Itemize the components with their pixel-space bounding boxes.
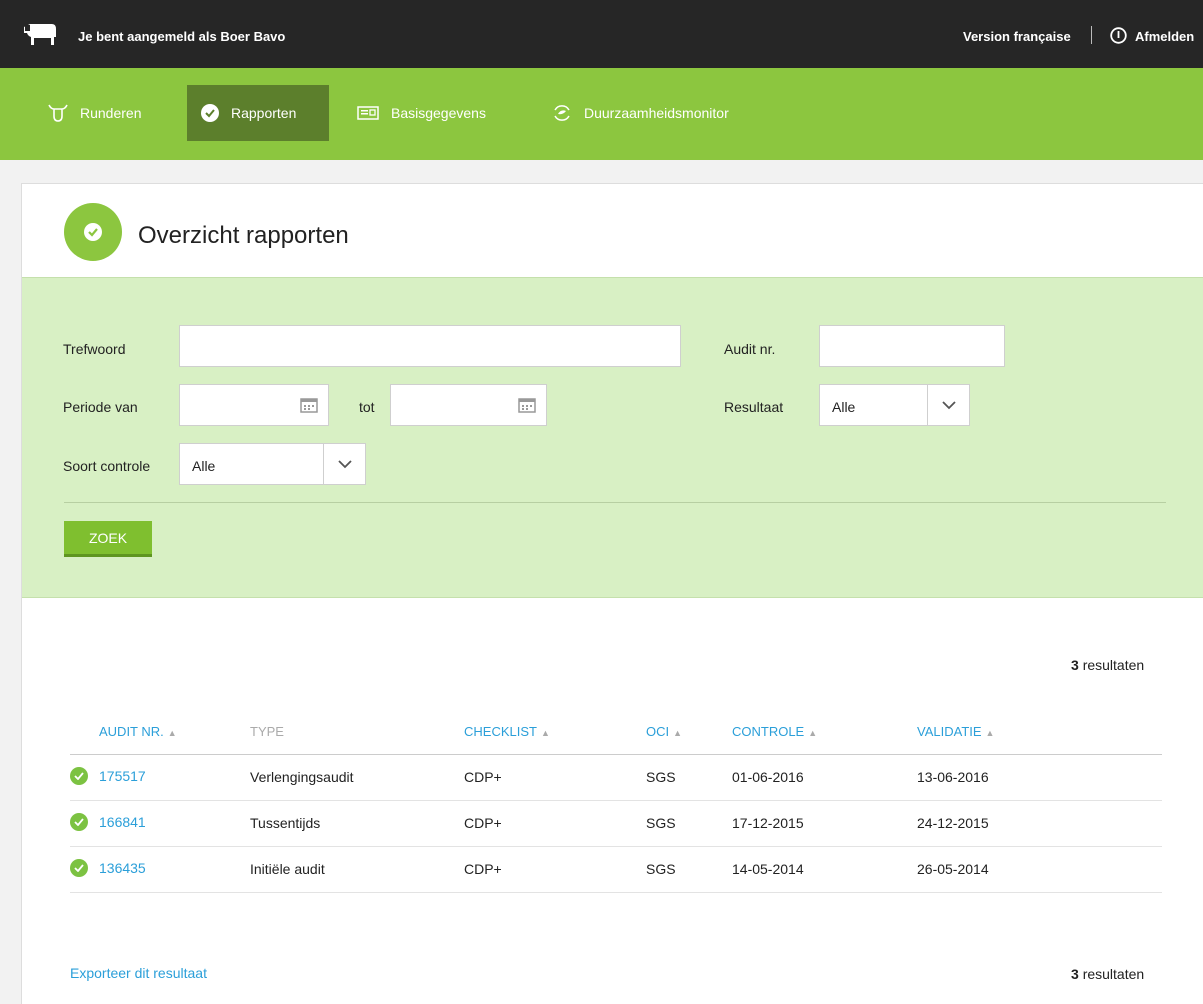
status-check-icon xyxy=(70,767,88,786)
column-header-type: TYPE xyxy=(250,710,464,755)
check-icon xyxy=(88,228,98,237)
column-header-audit-nr[interactable]: AUDIT NR. ▲︎ xyxy=(70,710,250,755)
control-type-select-value: Alle xyxy=(192,458,216,474)
controle-cell: 14-05-2014 xyxy=(732,846,917,893)
validatie-cell: 13-06-2016 xyxy=(917,754,1162,801)
nav-item-duurzaamheidsmonitor[interactable]: Duurzaamheidsmonitor xyxy=(538,85,743,141)
top-bar: Je bent aangemeld als Boer Bavo Version … xyxy=(0,0,1203,68)
column-header-validatie[interactable]: VALIDATIE ▲︎ xyxy=(917,710,1162,755)
validatie-cell: 26-05-2014 xyxy=(917,846,1162,893)
results-count-suffix: resultaten xyxy=(1082,966,1145,982)
type-cell: Verlengingsaudit xyxy=(250,754,464,801)
export-results-link[interactable]: Exporteer dit resultaat xyxy=(70,965,207,981)
nav-label-basisgegevens: Basisgegevens xyxy=(391,105,486,121)
nav-label-runderen: Runderen xyxy=(80,105,142,121)
checklist-cell: CDP+ xyxy=(464,846,646,893)
page-title: Overzicht rapporten xyxy=(138,222,349,249)
topbar-divider xyxy=(1091,26,1092,44)
status-check-icon xyxy=(70,859,88,878)
id-card-icon xyxy=(357,106,379,120)
audit-nr-link[interactable]: 166841 xyxy=(99,814,146,830)
calendar-icon[interactable] xyxy=(518,397,536,413)
power-icon[interactable] xyxy=(1110,27,1127,44)
checklist-cell: CDP+ xyxy=(464,754,646,801)
oci-cell: SGS xyxy=(646,846,732,893)
sustainability-icon xyxy=(554,105,570,121)
audit-nr-cell[interactable]: 166841 xyxy=(70,800,250,847)
checklist-cell: CDP+ xyxy=(464,800,646,847)
sort-icon: ▲︎ xyxy=(540,728,550,739)
audit-nr-link[interactable]: 175517 xyxy=(99,768,146,784)
nav-item-rapporten[interactable]: Rapporten xyxy=(187,85,329,141)
page-badge-icon xyxy=(64,203,122,261)
calendar-icon[interactable] xyxy=(300,397,318,413)
cow-logo-icon xyxy=(24,24,56,45)
audit-nr-cell[interactable]: 136435 xyxy=(70,846,250,893)
validatie-cell: 24-12-2015 xyxy=(917,800,1162,847)
check-circle-icon xyxy=(201,104,219,122)
sort-icon: ▲︎ xyxy=(808,728,818,739)
filter-panel: Trefwoord Audit nr. Periode van tot Resu… xyxy=(22,277,1203,598)
oci-cell: SGS xyxy=(646,754,732,801)
logged-in-user-text: Je bent aangemeld als Boer Bavo xyxy=(78,29,286,44)
period-to-input[interactable] xyxy=(390,384,547,426)
chevron-down-icon xyxy=(942,401,956,410)
type-cell: Tussentijds xyxy=(250,800,464,847)
period-to-label: tot xyxy=(359,399,375,415)
page-header: Overzicht rapporten xyxy=(22,184,1203,277)
controle-cell: 01-06-2016 xyxy=(732,754,917,801)
sort-icon: ▲︎ xyxy=(673,728,683,739)
logout-link[interactable]: Afmelden xyxy=(1135,29,1194,44)
results-count-number: 3 xyxy=(1071,657,1079,673)
chevron-down-icon xyxy=(338,460,352,469)
controle-cell: 17-12-2015 xyxy=(732,800,917,847)
result-select[interactable]: Alle xyxy=(819,384,970,426)
column-header-checklist[interactable]: CHECKLIST ▲︎ xyxy=(464,710,646,755)
audit-nr-link[interactable]: 136435 xyxy=(99,860,146,876)
nav-item-runderen[interactable]: Runderen xyxy=(34,85,156,141)
table-row[interactable]: 175517 Verlengingsaudit CDP+ SGS 01-06-2… xyxy=(70,754,1162,801)
audit-nr-label: Audit nr. xyxy=(724,341,776,357)
status-check-icon xyxy=(70,813,88,832)
period-from-label: Periode van xyxy=(63,399,138,415)
cow-head-icon xyxy=(48,104,68,122)
result-select-value: Alle xyxy=(832,399,856,415)
nav-item-basisgegevens[interactable]: Basisgegevens xyxy=(343,85,500,141)
results-count-top: 3 resultaten xyxy=(1071,657,1144,673)
period-from-input[interactable] xyxy=(179,384,329,426)
type-cell: Initiële audit xyxy=(250,846,464,893)
control-type-select[interactable]: Alle xyxy=(179,443,366,485)
table-row[interactable]: 136435 Initiële audit CDP+ SGS 14-05-201… xyxy=(70,846,1162,893)
keyword-input[interactable] xyxy=(179,325,681,367)
result-label: Resultaat xyxy=(724,399,784,415)
nav-label-rapporten: Rapporten xyxy=(231,105,297,121)
search-button[interactable]: ZOEK xyxy=(64,521,152,557)
table-row[interactable]: 166841 Tussentijds CDP+ SGS 17-12-2015 2… xyxy=(70,800,1162,847)
column-header-oci[interactable]: OCI ▲︎ xyxy=(646,710,732,755)
audit-nr-input[interactable] xyxy=(819,325,1005,367)
filter-divider xyxy=(64,502,1166,503)
results-count-number: 3 xyxy=(1071,966,1079,982)
oci-cell: SGS xyxy=(646,800,732,847)
nav-label-duurzaamheidsmonitor: Duurzaamheidsmonitor xyxy=(584,105,729,121)
control-type-label: Soort controle xyxy=(63,458,151,474)
sort-icon: ▲︎ xyxy=(985,728,995,739)
results-count-suffix: resultaten xyxy=(1082,657,1145,673)
results-count-bottom: 3 resultaten xyxy=(1071,966,1144,982)
keyword-label: Trefwoord xyxy=(63,341,126,357)
table-header-row: AUDIT NR. ▲︎ TYPE CHECKLIST ▲︎ OCI ▲︎ CONTR… xyxy=(70,710,1162,755)
main-navigation: Runderen Rapporten Basisgegevens Duurzaa… xyxy=(0,68,1203,160)
language-switch-link[interactable]: Version française xyxy=(963,29,1071,44)
results-table: AUDIT NR. ▲︎ TYPE CHECKLIST ▲︎ OCI ▲︎ CONTR… xyxy=(70,710,1162,893)
audit-nr-cell[interactable]: 175517 xyxy=(70,754,250,801)
sort-icon: ▲︎ xyxy=(167,728,177,739)
column-header-controle[interactable]: CONTROLE ▲︎ xyxy=(732,710,917,755)
content-panel: Overzicht rapporten Trefwoord Audit nr. … xyxy=(21,183,1203,1004)
